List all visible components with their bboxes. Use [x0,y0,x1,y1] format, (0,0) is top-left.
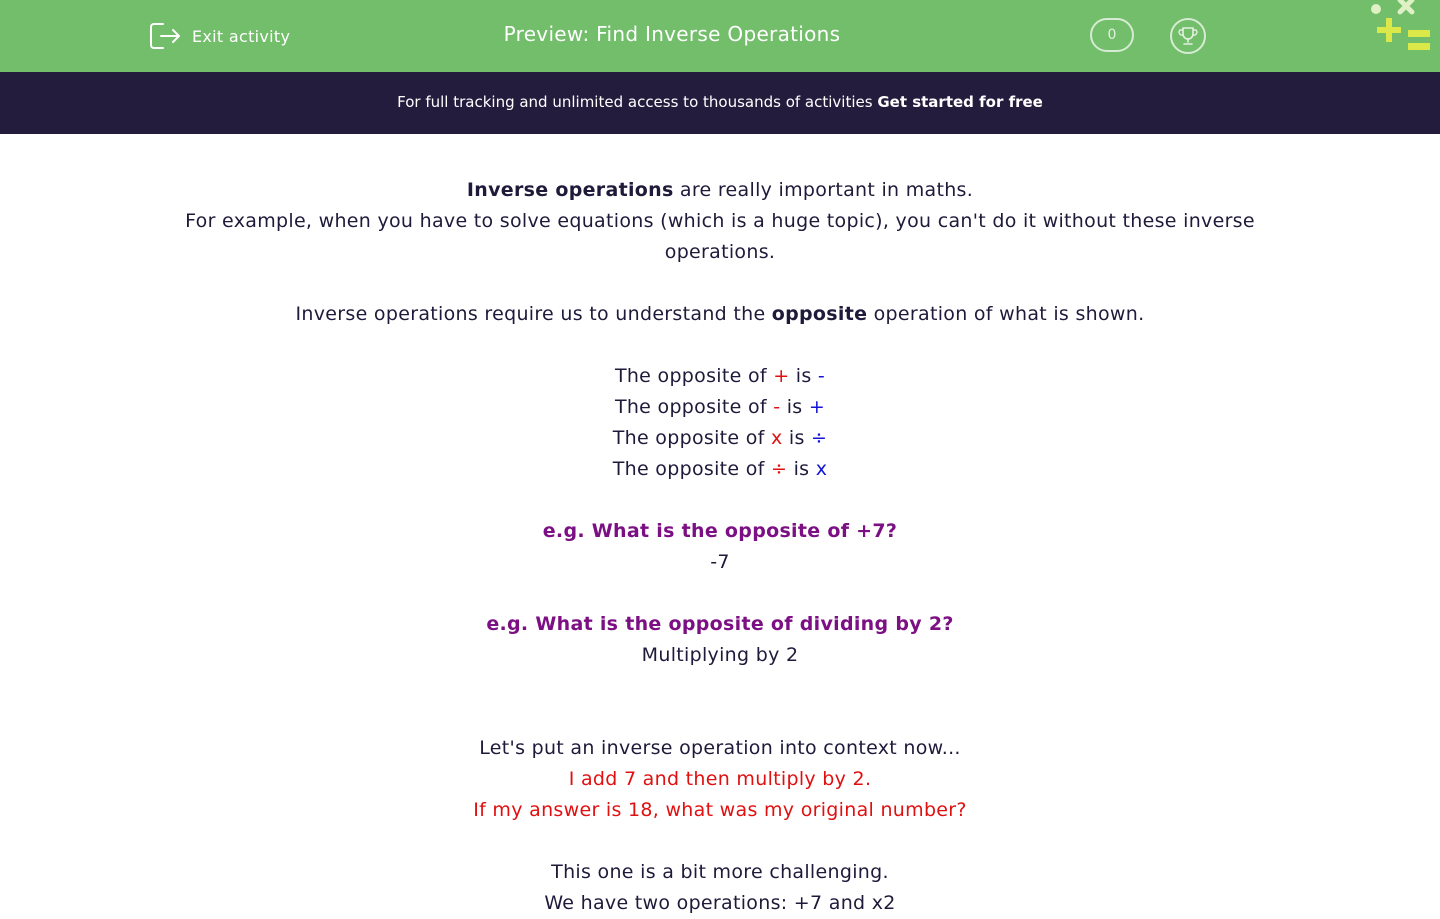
row-prefix: The opposite of [614,365,774,387]
intro-line2: For example, when you have to solve equa… [185,210,1255,263]
opposite-post: operation of what is shown. [867,303,1145,325]
opposite-pre: Inverse operations require us to underst… [295,303,772,325]
score-badge: 0 [1090,18,1134,52]
row-operation: ÷ [771,458,788,480]
row-prefix: The opposite of [612,458,771,480]
banner-text: For full tracking and unlimited access t… [397,93,878,111]
opposite-bold: opposite [771,303,868,325]
exit-icon [150,23,180,49]
brand-logo [1371,0,1430,50]
intro-bold: Inverse operations [466,179,674,201]
challenge-line: This one is a bit more challenging. [551,861,889,883]
intro-rest: are really important in maths. [673,179,974,201]
example-answer: Multiplying by 2 [641,644,799,666]
intro-line: Inverse operations are really important … [160,175,1280,206]
trophy-button[interactable] [1170,18,1206,54]
exit-activity-button[interactable]: Exit activity [149,20,290,52]
opposite-line: Inverse operations require us to underst… [160,299,1280,330]
top-bar: Exit activity Preview: Find Inverse Oper… [0,0,1440,72]
row-prefix: The opposite of [614,396,774,418]
opposite-row: The opposite of x is ÷ [160,423,1280,454]
activity-content: Inverse operations are really important … [160,175,1280,919]
row-inverse: x [815,458,828,480]
row-operation: + [773,365,790,387]
page-title: Preview: Find Inverse Operations [503,22,841,46]
exit-activity-label: Exit activity [192,26,291,46]
opposite-row: The opposite of + is - [160,361,1280,392]
context-line: I add 7 and then multiply by 2. [568,768,872,790]
row-prefix: The opposite of [612,427,771,449]
context-line: If my answer is 18, what was my original… [473,799,967,821]
row-inverse: + [808,396,826,418]
row-mid: is [787,458,816,480]
row-mid: is [789,365,818,387]
opposite-row: The opposite of ÷ is x [160,454,1280,485]
example-question: e.g. What is the opposite of +7? [542,520,898,542]
row-operation: x [771,427,783,449]
row-mid: is [780,396,809,418]
example-question: e.g. What is the opposite of dividing by… [486,613,954,635]
get-started-link[interactable]: Get started for free [877,93,1043,111]
row-inverse: - [817,365,826,387]
context-intro: Let's put an inverse operation into cont… [479,737,961,759]
challenge-cut-line: We have two operations: +7 and x2 [544,892,896,914]
row-mid: is [782,427,812,449]
upgrade-banner: For full tracking and unlimited access t… [0,72,1440,134]
trophy-icon [1178,27,1198,45]
row-inverse: ÷ [811,427,828,449]
example-answer: -7 [710,551,730,573]
opposite-row: The opposite of - is + [160,392,1280,423]
